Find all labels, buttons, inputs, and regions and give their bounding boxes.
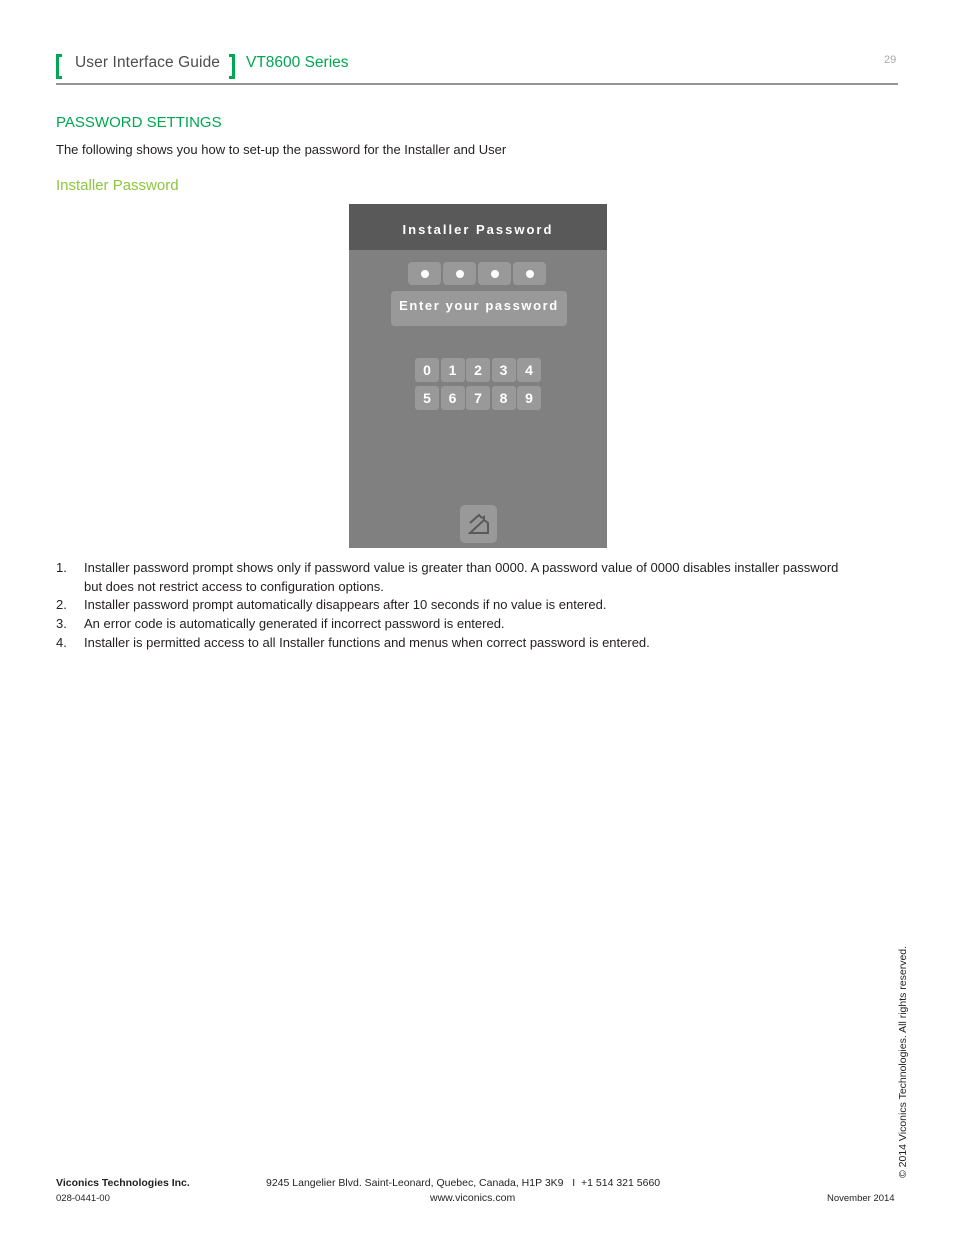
step-number: 1. xyxy=(56,560,67,575)
series-title: VT8600 Series xyxy=(246,54,349,71)
footer-address: 9245 Langelier Blvd. Saint-Leonard, Queb… xyxy=(266,1177,661,1189)
header-divider xyxy=(56,83,898,85)
device-screen: Installer Password Enter your password 0… xyxy=(349,204,607,548)
key-4[interactable]: 4 xyxy=(517,358,541,382)
key-6[interactable]: 6 xyxy=(440,386,465,410)
page-number: 29 xyxy=(884,54,897,66)
list-item: 2. Installer password prompt automatical… xyxy=(56,596,856,615)
screen-title: Installer Password xyxy=(349,204,607,250)
key-8[interactable]: 8 xyxy=(491,386,516,410)
footer-doc-number: 028-0441-00 xyxy=(56,1193,110,1204)
steps-list: 1. Installer password prompt shows only … xyxy=(56,559,856,653)
dot-icon xyxy=(525,269,534,278)
step-text: Installer is permitted access to all Ins… xyxy=(84,634,650,650)
key-1[interactable]: 1 xyxy=(440,358,465,382)
key-0[interactable]: 0 xyxy=(415,358,439,382)
guide-title: User Interface Guide xyxy=(75,54,221,71)
home-icon xyxy=(466,513,489,534)
footer-company: Viconics Technologies Inc. xyxy=(56,1177,190,1189)
home-button[interactable] xyxy=(460,505,497,543)
list-item: 1. Installer password prompt shows only … xyxy=(56,559,856,596)
key-5[interactable]: 5 xyxy=(415,386,439,410)
step-number: 3. xyxy=(56,616,67,632)
step-text: An error code is automatically generated… xyxy=(84,616,505,632)
password-digit-1 xyxy=(408,262,441,285)
step-text: Installer password prompt automatically … xyxy=(84,597,607,613)
section-intro: The following shows you how to set-up th… xyxy=(56,142,507,157)
list-item: 3. An error code is automatically genera… xyxy=(56,615,856,634)
key-7[interactable]: 7 xyxy=(466,386,490,410)
dot-icon xyxy=(455,269,464,278)
key-3[interactable]: 3 xyxy=(491,358,516,382)
keypad: 0 1 2 3 4 5 6 7 8 9 xyxy=(415,358,541,410)
password-dots xyxy=(408,262,546,285)
password-digit-2 xyxy=(443,262,476,285)
step-number: 4. xyxy=(56,634,67,650)
section-title: PASSWORD SETTINGS xyxy=(56,114,222,131)
password-digit-3 xyxy=(478,262,511,285)
dot-icon xyxy=(420,269,429,278)
footer-website[interactable]: www.viconics.com xyxy=(430,1192,515,1204)
key-9[interactable]: 9 xyxy=(517,386,541,410)
password-prompt: Enter your password xyxy=(391,291,567,326)
password-digit-4 xyxy=(513,262,546,285)
key-2[interactable]: 2 xyxy=(466,358,490,382)
header-bracket-left xyxy=(56,54,62,79)
footer-copyright: © 2014 Viconics Technologies. All rights… xyxy=(897,945,909,1178)
subsection-title: Installer Password xyxy=(56,177,179,194)
footer-date: November 2014 xyxy=(827,1193,895,1204)
step-number: 2. xyxy=(56,597,67,613)
step-text: Installer password prompt shows only if … xyxy=(84,560,839,594)
header-bracket-right xyxy=(229,54,235,79)
list-item: 4. Installer is permitted access to all … xyxy=(56,634,856,653)
dot-icon xyxy=(490,269,499,278)
